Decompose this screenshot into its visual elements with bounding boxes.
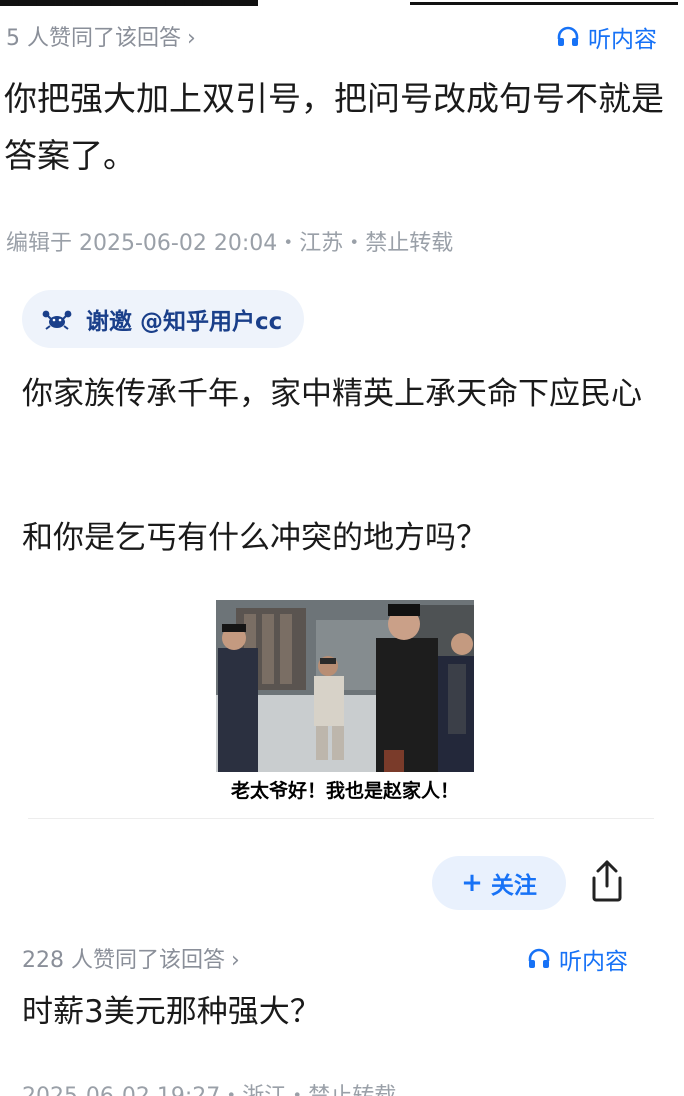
cutoff-header: ▆▆▆▆▆▆▆▆▆▆▆▆▆▆ xyxy=(0,0,684,6)
edit-info: 2025-06-02 19:27・浙江・禁止转载 xyxy=(22,1078,396,1096)
likes-count-link[interactable]: 228 人赞同了该回答 › xyxy=(22,942,240,974)
answer-text: 你把强大加上双引号，把问号改成句号不就是答案了。 xyxy=(4,79,664,175)
meme-picture xyxy=(216,600,474,772)
cutoff-title-fragment: ▆▆▆▆▆▆▆▆▆▆▆▆▆▆ xyxy=(0,0,258,6)
follow-button[interactable]: + 关注 xyxy=(432,856,566,910)
follow-label: 关注 xyxy=(490,873,537,899)
plus-icon: + xyxy=(461,868,483,898)
meme-image[interactable]: 老太爷好！我也是赵家人！ xyxy=(216,600,474,815)
likes-count-link[interactable]: 5 人赞同了该回答 › xyxy=(6,20,196,52)
headphones-icon xyxy=(528,948,550,968)
divider xyxy=(28,818,654,819)
invite-pill[interactable]: 谢邀 @知乎用户cc xyxy=(22,290,305,348)
answer-text: 时薪3美元那种强大？ xyxy=(22,994,321,1030)
listen-button[interactable]: 听内容 xyxy=(527,942,628,976)
chevron-right-icon: › xyxy=(187,26,196,51)
share-button[interactable] xyxy=(586,858,628,904)
answer-paragraph: 你家族传承千年，家中精英上承天命下应民心 xyxy=(22,376,642,412)
crab-icon xyxy=(42,310,72,330)
invite-label: 谢邀 @知乎用户cc xyxy=(86,309,283,335)
likes-count-text: 228 人赞同了该回答 xyxy=(22,948,225,973)
chevron-right-icon: › xyxy=(231,948,240,973)
likes-count-text: 5 人赞同了该回答 xyxy=(6,26,181,51)
answer-feed: ▆▆▆▆▆▆▆▆▆▆▆▆▆▆ 5 人赞同了该回答› 听内容 你把强大加上双引号，… xyxy=(0,0,684,1096)
listen-button[interactable]: 听内容 xyxy=(556,20,657,54)
cutoff-bar xyxy=(410,2,678,5)
listen-label: 听内容 xyxy=(588,27,657,53)
listen-label: 听内容 xyxy=(559,949,628,975)
headphones-icon xyxy=(557,26,579,46)
answer-paragraph: 和你是乞丐有什么冲突的地方吗？ xyxy=(22,520,487,556)
meme-caption: 老太爷好！我也是赵家人！ xyxy=(230,780,459,802)
edit-info: 编辑于 2025-06-02 20:04・江苏・禁止转载 xyxy=(6,231,454,256)
share-icon xyxy=(592,860,622,902)
